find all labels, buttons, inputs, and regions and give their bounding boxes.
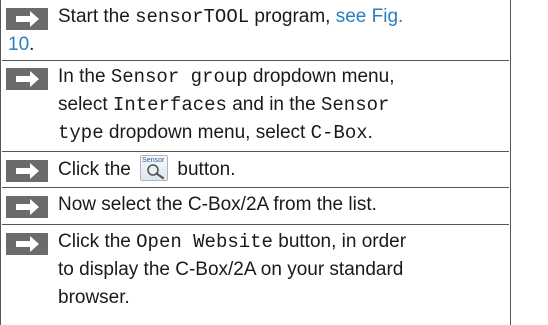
arrow-right-icon — [6, 68, 48, 90]
step-5-line-1: Click the Open Website button, in order — [58, 228, 502, 256]
figure-link[interactable]: see Fig. — [336, 6, 404, 27]
interfaces-option: Interfaces — [112, 94, 227, 116]
arrow-right-icon — [6, 233, 48, 255]
sensor-search-icon[interactable]: Sensor — [140, 155, 169, 181]
text: In the — [58, 66, 111, 87]
open-website-label: Open Website — [136, 231, 273, 253]
sensor-type-label-b: type — [58, 122, 104, 144]
instruction-box: Start the sensorTOOL program, see Fig. 1… — [0, 0, 511, 325]
arrow-right-icon — [6, 8, 48, 30]
step-5-line-3: browser. — [58, 287, 130, 308]
figure-link-number[interactable]: 10 — [8, 34, 29, 55]
divider — [2, 224, 509, 225]
text: dropdown menu, select — [103, 122, 311, 143]
sensor-type-label-a: Sensor — [320, 94, 390, 116]
text: button, in order — [272, 231, 407, 252]
text: . — [367, 122, 373, 143]
text: button. — [172, 159, 236, 180]
step-5-line-2: to display the C-Box/2A on your standard — [58, 259, 404, 280]
divider — [2, 151, 509, 152]
divider — [2, 60, 509, 61]
cbox-option: C-Box — [310, 122, 368, 144]
step-1-continuation: 10. — [8, 31, 34, 59]
step-2-line-3: type dropdown menu, select C-Box. — [58, 119, 502, 147]
program-name: sensorTOOL — [135, 6, 250, 28]
step-1-text-a: Start the — [58, 6, 136, 27]
text: Click the — [58, 231, 137, 252]
text: select — [58, 94, 113, 115]
text: dropdown menu, — [247, 66, 395, 87]
arrow-right-icon — [6, 196, 48, 218]
text: and in the — [226, 94, 321, 115]
step-1-text-b: program, — [249, 6, 336, 27]
step-2-line-1: In the Sensor group dropdown menu, — [58, 63, 502, 91]
divider — [2, 187, 509, 188]
step-2-line-2: select Interfaces and in the Sensor — [58, 91, 502, 119]
step-4-text: Now select the C-Box/2A from the list. — [58, 194, 377, 215]
arrow-right-icon — [6, 160, 48, 182]
step-1-period: . — [29, 34, 35, 55]
text: Click the — [58, 159, 137, 180]
sensor-group-label: Sensor group — [110, 66, 248, 88]
step-3-text: Click the Sensor button. — [58, 155, 502, 184]
step-1-text: Start the sensorTOOL program, see Fig. — [58, 3, 502, 31]
